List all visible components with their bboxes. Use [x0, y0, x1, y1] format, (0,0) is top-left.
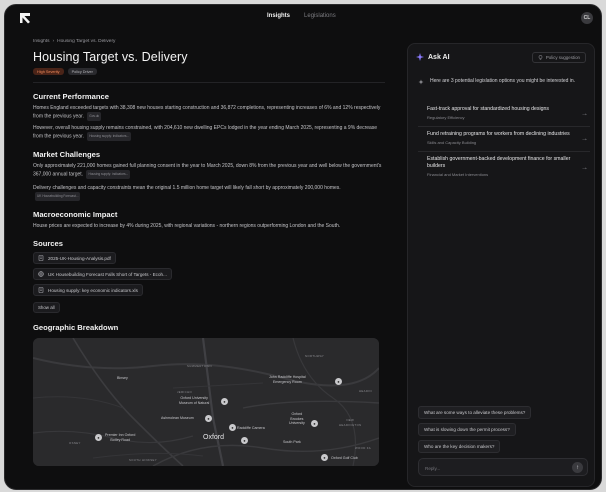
source-label: UK Housebuilding Forecast Falls Short of…	[48, 271, 167, 277]
globe-icon	[38, 271, 44, 277]
source-item[interactable]: 2025-UK-Housing-Analysis.pdf	[33, 252, 116, 265]
suggestion-title: Fast-track approval for standardized hou…	[427, 106, 549, 112]
ai-message-text: Here are 3 potential legislation options…	[430, 78, 576, 84]
paragraph-text: Only approximately 221,000 homes gained …	[33, 163, 382, 178]
map-label: Premier Inn Oxford Botley Road	[105, 433, 136, 442]
document-icon	[38, 255, 44, 261]
policy-driver-badge: Policy Driver	[67, 68, 97, 76]
policy-suggestion-button[interactable]: Policy suggestion	[531, 52, 586, 63]
paragraph-text: However, overall housing supply remains …	[33, 125, 378, 140]
suggestion-category: Regulatory Efficiency	[427, 115, 465, 120]
source-item[interactable]: Housing supply: key economic indicators.…	[33, 284, 143, 297]
main-content: Insights › Housing Target vs. Delivery H…	[33, 39, 385, 489]
suggestion-category: Skills and Capacity Building	[427, 140, 477, 145]
map-label: SOUTH HINKSEY	[129, 458, 158, 463]
quick-question-button[interactable]: What are some ways to alleviate these pr…	[418, 406, 532, 419]
top-bar: Insights Legislations CL	[5, 5, 601, 31]
map-label: Oxford Golf Club	[331, 456, 358, 461]
arrow-right-icon: →	[581, 164, 588, 171]
paragraph-text: House prices are expected to increase by…	[33, 222, 341, 229]
divider	[33, 82, 385, 84]
citation-chip[interactable]: Housing supply: indicators...	[87, 132, 132, 141]
arrow-right-icon: →	[581, 110, 588, 118]
paragraph: However, overall housing supply remains …	[33, 125, 385, 141]
map-label: NORTHWAY	[305, 354, 325, 359]
map-label: SUMMERTOWN	[187, 364, 212, 369]
show-all-button[interactable]: Show all	[33, 302, 60, 314]
avatar[interactable]: CL	[581, 12, 593, 24]
suggestion-list: Fast-track approval for standardized hou…	[418, 102, 590, 183]
citation-chip[interactable]: Housing supply: indicators...	[86, 170, 131, 179]
map-label: John Radcliffe Hospital Emergency Room	[269, 375, 306, 384]
policy-suggestion-label: Policy suggestion	[545, 55, 580, 60]
paragraph: Homes England exceeded targets with 38,3…	[33, 105, 385, 121]
suggestion-title: Fund retraining programs for workers fro…	[427, 131, 570, 137]
arrow-right-icon: →	[581, 135, 588, 143]
source-label: Housing supply: key economic indicators.…	[48, 287, 138, 293]
paragraph: House prices are expected to increase by…	[33, 223, 385, 230]
breadcrumb-current: Housing Target vs. Delivery	[57, 39, 116, 44]
assistant-icon	[418, 79, 424, 85]
suggestion-item[interactable]: Fast-track approval for standardized hou…	[418, 102, 590, 127]
sources-list: 2025-UK-Housing-Analysis.pdf UK Housebui…	[33, 252, 385, 314]
map-view[interactable]: Binsey JERICHO Oxford University Museum o…	[33, 338, 379, 467]
page-title: Housing Target vs. Delivery	[33, 50, 188, 64]
badge-row: High Severity Policy Driver	[33, 68, 385, 76]
quick-question-button[interactable]: Who are the key decision makers?	[418, 440, 501, 453]
paragraph: Only approximately 221,000 homes gained …	[33, 163, 385, 179]
map-label-city: Oxford	[203, 434, 225, 442]
paragraph: Delivery challenges and capacity constra…	[33, 185, 385, 201]
map-label: Oxford Brookes University	[289, 412, 305, 426]
citation-chip[interactable]: UK Housebuilding Forecast...	[35, 192, 81, 201]
map-label: South Park	[283, 440, 301, 445]
paragraph-text: Delivery challenges and capacity constra…	[33, 185, 341, 191]
sparkle-icon	[416, 53, 424, 61]
section-heading-geographic: Geographic Breakdown	[33, 323, 119, 333]
ai-panel-title: Ask AI	[428, 53, 450, 61]
map-label: Oxford University Museum of Natural	[179, 396, 210, 405]
map-label: OSNEY	[69, 441, 81, 446]
breadcrumb: Insights › Housing Target vs. Delivery	[33, 39, 385, 44]
source-label: 2025-UK-Housing-Analysis.pdf	[48, 255, 111, 261]
suggestion-item[interactable]: Fund retraining programs for workers fro…	[418, 127, 590, 152]
tab-insights[interactable]: Insights	[267, 13, 290, 19]
arrow-logo-icon[interactable]	[19, 12, 31, 24]
map-label: Radcliffe Camera	[237, 426, 265, 431]
ask-ai-panel: Ask AI Policy suggestion Here are 3 pote…	[407, 43, 595, 487]
source-item[interactable]: UK Housebuilding Forecast Falls Short of…	[33, 268, 172, 281]
paragraph-text: Homes England exceeded targets with 38,3…	[33, 105, 381, 120]
map-label: WOOD FA	[355, 446, 372, 451]
map-label: NEW HEADINGTON	[339, 418, 362, 427]
send-arrow-icon[interactable]: ↑	[572, 462, 583, 473]
ai-panel-header: Ask AI	[416, 53, 450, 61]
severity-badge: High Severity	[33, 68, 64, 76]
map-label: Ashmolean Museum	[161, 416, 194, 421]
map-label: HEADIN	[359, 389, 372, 394]
nav-tabs: Insights Legislations	[267, 13, 336, 19]
ai-message: Here are 3 potential legislation options…	[418, 78, 590, 85]
section-heading-market-challenges: Market Challenges	[33, 150, 101, 160]
breadcrumb-root[interactable]: Insights	[33, 39, 50, 44]
suggestion-category: Financial and Market Interventions	[427, 172, 489, 177]
map-label: JERICHO	[177, 390, 193, 395]
suggestion-item[interactable]: Establish government-backed development …	[418, 152, 590, 183]
section-heading-sources: Sources	[33, 239, 63, 249]
map-label: Binsey	[117, 376, 128, 381]
lightbulb-icon	[538, 55, 543, 60]
reply-input[interactable]	[425, 463, 565, 473]
citation-chip[interactable]: Gov.uk	[87, 112, 102, 121]
section-heading-macroeconomic: Macroeconomic Impact	[33, 209, 118, 219]
reply-box: ↑	[418, 458, 588, 476]
document-icon	[38, 287, 44, 293]
quick-questions: What are some ways to alleviate these pr…	[418, 406, 590, 457]
section-heading-current-performance: Current Performance	[33, 92, 109, 102]
suggestion-title: Establish government-backed development …	[427, 156, 571, 169]
app-window: Insights Legislations CL Insights › Hous…	[4, 4, 602, 490]
breadcrumb-separator: ›	[52, 39, 55, 44]
quick-question-button[interactable]: What is slowing down the permit process?	[418, 423, 516, 436]
tab-legislations[interactable]: Legislations	[304, 13, 336, 19]
